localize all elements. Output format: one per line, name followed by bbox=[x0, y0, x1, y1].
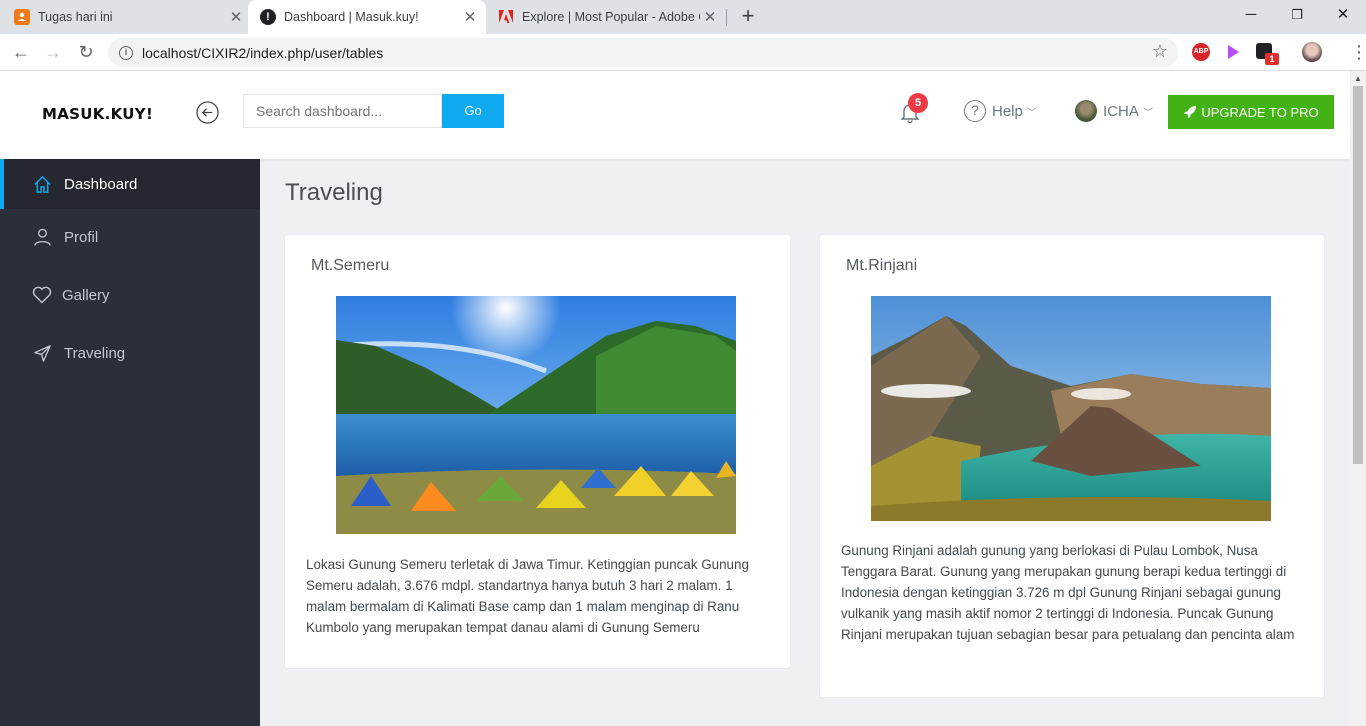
user-dropdown[interactable]: ICHA ﹀ bbox=[1075, 100, 1153, 122]
more-menu-icon[interactable]: ⋮ bbox=[1350, 42, 1366, 62]
upgrade-label: UPGRADE TO PRO bbox=[1201, 104, 1319, 120]
tab-divider bbox=[726, 9, 727, 26]
browser-tabbar: Tugas hari ini ✕ ! Dashboard | Masuk.kuy… bbox=[0, 0, 1366, 34]
profile-avatar[interactable] bbox=[1302, 42, 1322, 62]
classroom-icon bbox=[14, 9, 30, 25]
tab-title: Dashboard | Masuk.kuy! bbox=[284, 10, 419, 24]
question-icon: ? bbox=[964, 100, 986, 122]
bookmark-star-icon[interactable]: ☆ bbox=[1152, 41, 1168, 62]
card-title: Mt.Semeru bbox=[311, 257, 390, 274]
rocket-icon bbox=[1184, 106, 1197, 118]
chevron-down-icon: ﹀ bbox=[1026, 107, 1037, 119]
sidebar-item-label: Traveling bbox=[64, 344, 126, 362]
new-tab-icon[interactable]: + bbox=[738, 4, 758, 28]
user-name: ICHA bbox=[1103, 102, 1139, 120]
rinjani-photo bbox=[871, 296, 1271, 521]
scroll-thumb[interactable] bbox=[1353, 86, 1363, 464]
window-close-icon[interactable]: ✕ bbox=[1320, 0, 1366, 30]
sidebar-item-label: Dashboard bbox=[64, 175, 138, 193]
user-icon bbox=[34, 228, 51, 246]
main-content: Traveling Mt.Semeru Lokasi Gunung Semeru… bbox=[260, 159, 1350, 726]
forward-arrow-icon[interactable]: → bbox=[40, 39, 66, 65]
top-navbar: MASUK.KUY! Go 5 ? Help ﹀ ICHA ﹀ UPGRADE … bbox=[0, 71, 1350, 159]
card-rinjani: Mt.Rinjani Gunung Rinjani adalah gunung … bbox=[820, 235, 1324, 697]
upgrade-button[interactable]: UPGRADE TO PRO bbox=[1168, 95, 1334, 129]
home-icon bbox=[34, 175, 51, 193]
avatar bbox=[1075, 100, 1097, 122]
tab-title: Explore | Most Popular - Adobe C bbox=[522, 10, 700, 24]
notification-badge: 5 bbox=[908, 93, 928, 113]
address-bar[interactable]: i localhost/CIXIR2/index.php/user/tables… bbox=[108, 38, 1178, 67]
page-title: Traveling bbox=[285, 179, 383, 206]
adobe-icon bbox=[498, 9, 514, 25]
card-semeru: Mt.Semeru Lokasi Gunung Semeru terletak … bbox=[285, 235, 790, 668]
play-extension-icon[interactable] bbox=[1224, 43, 1242, 61]
sidebar: Dashboard Profil Gallery Traveling bbox=[0, 159, 260, 726]
restore-icon[interactable]: ❐ bbox=[1274, 0, 1320, 30]
tab-title: Tugas hari ini bbox=[38, 10, 113, 24]
site-info-icon[interactable]: i bbox=[119, 45, 133, 60]
chevron-down-icon: ﹀ bbox=[1142, 107, 1153, 119]
go-button[interactable]: Go bbox=[442, 94, 504, 128]
close-icon[interactable]: ✕ bbox=[226, 8, 246, 26]
help-label: Help bbox=[992, 102, 1023, 120]
close-icon[interactable]: ✕ bbox=[700, 8, 720, 26]
browser-tab-adobe[interactable]: Explore | Most Popular - Adobe C ✕ bbox=[498, 0, 720, 34]
browser-toolbar: ← → ↻ i localhost/CIXIR2/index.php/user/… bbox=[0, 34, 1366, 71]
sidebar-item-label: Gallery bbox=[62, 286, 110, 304]
collapse-sidebar-icon[interactable] bbox=[196, 101, 219, 124]
web-page: MASUK.KUY! Go 5 ? Help ﹀ ICHA ﹀ UPGRADE … bbox=[0, 71, 1350, 726]
close-icon[interactable]: ✕ bbox=[460, 8, 480, 26]
brand-logo[interactable]: MASUK.KUY! bbox=[42, 105, 153, 123]
browser-tab-dashboard[interactable]: ! Dashboard | Masuk.kuy! ✕ bbox=[248, 0, 486, 34]
sidebar-item-profil[interactable]: Profil bbox=[0, 212, 260, 262]
reload-icon[interactable]: ↻ bbox=[73, 39, 99, 65]
search-input[interactable] bbox=[243, 94, 442, 128]
card-description: Lokasi Gunung Semeru terletak di Jawa Ti… bbox=[306, 557, 749, 635]
semeru-photo bbox=[336, 296, 736, 534]
send-icon bbox=[34, 344, 51, 362]
minimize-icon[interactable]: ─ bbox=[1228, 0, 1274, 30]
back-arrow-icon[interactable]: ← bbox=[8, 39, 34, 65]
browser-tab-tugas[interactable]: Tugas hari ini ✕ bbox=[14, 0, 246, 34]
card-description: Gunung Rinjani adalah gunung yang berlok… bbox=[841, 543, 1295, 642]
sidebar-item-dashboard[interactable]: Dashboard bbox=[0, 159, 260, 209]
sidebar-item-label: Profil bbox=[64, 228, 99, 246]
page-scrollbar[interactable]: ▲ bbox=[1350, 71, 1366, 726]
scroll-up-icon[interactable]: ▲ bbox=[1353, 74, 1363, 83]
card-title: Mt.Rinjani bbox=[846, 257, 918, 274]
extension-badge: 1 bbox=[1265, 53, 1279, 65]
help-dropdown[interactable]: ? Help ﹀ bbox=[964, 100, 1037, 122]
heart-icon bbox=[32, 286, 52, 304]
info-icon: ! bbox=[260, 9, 276, 25]
url-text: localhost/CIXIR2/index.php/user/tables bbox=[142, 44, 384, 61]
sidebar-item-traveling[interactable]: Traveling bbox=[0, 328, 260, 378]
adblock-icon[interactable]: ABP bbox=[1192, 43, 1210, 61]
sidebar-item-gallery[interactable]: Gallery bbox=[0, 270, 260, 320]
